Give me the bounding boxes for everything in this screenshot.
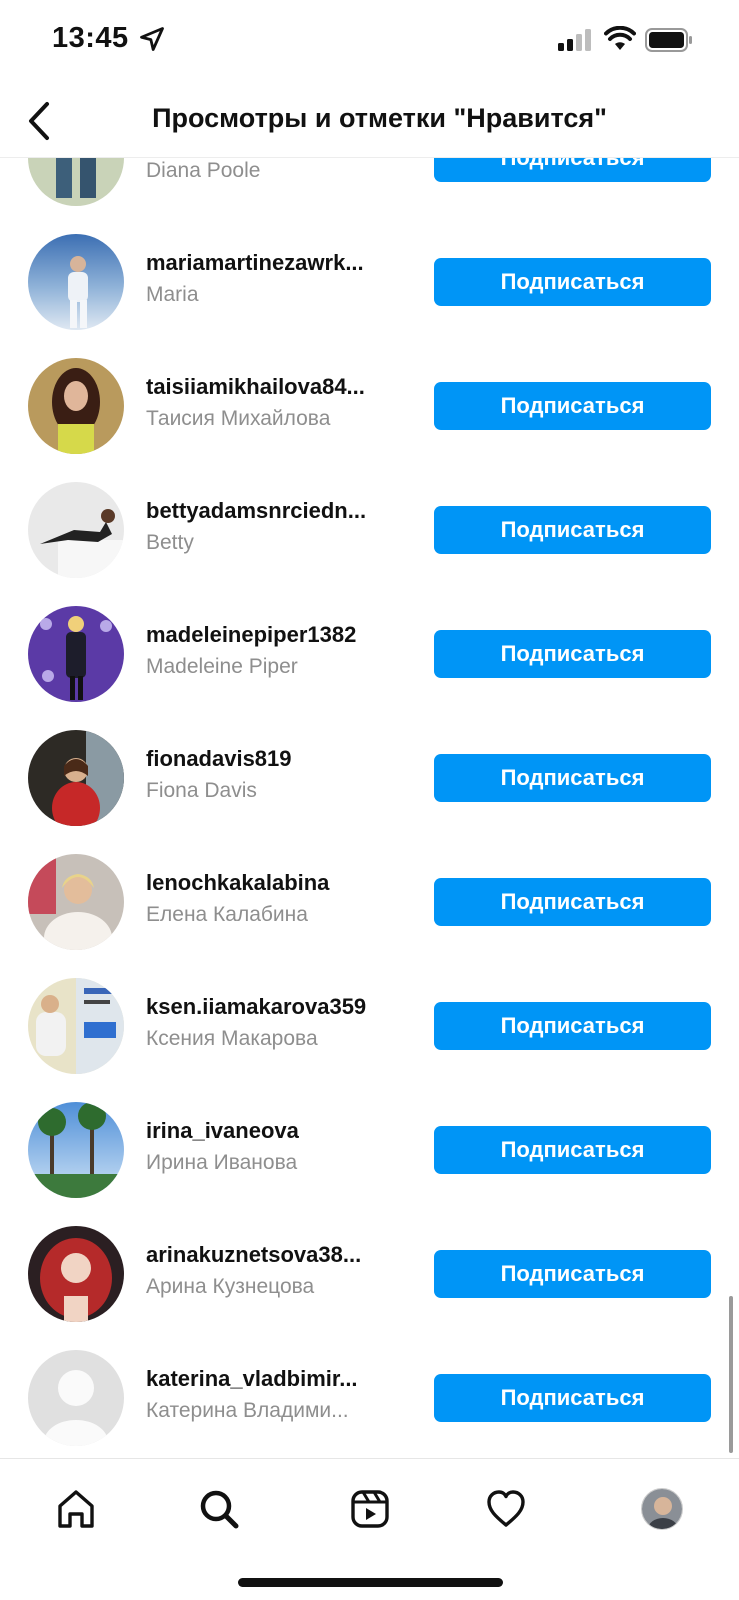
full-name: Madeleine Piper	[146, 655, 298, 678]
tab-profile[interactable]	[632, 1479, 692, 1539]
list-item: irina_ivaneova Ирина Иванова Подписаться	[0, 1088, 739, 1212]
avatar[interactable]	[28, 150, 124, 206]
full-name: Ксения Макарова	[146, 1027, 318, 1050]
home-indicator	[238, 1578, 503, 1587]
follow-button[interactable]: Подписаться	[434, 1374, 711, 1422]
list-item: madeleinepiper1382 Madeleine Piper Подпи…	[0, 592, 739, 716]
avatar[interactable]	[28, 854, 124, 950]
username[interactable]: fionadavis819	[146, 746, 396, 772]
avatar[interactable]	[28, 730, 124, 826]
full-name: Betty	[146, 531, 194, 554]
avatar[interactable]	[28, 358, 124, 454]
username[interactable]: irina_ivaneova	[146, 1118, 396, 1144]
avatar[interactable]	[28, 482, 124, 578]
full-name: Ирина Иванова	[146, 1151, 298, 1174]
tab-search[interactable]	[189, 1479, 249, 1539]
list-item: bettyadamsnrciedn... Betty Подписаться	[0, 468, 739, 592]
home-icon	[58, 1490, 94, 1528]
full-name: Таисия Михайлова	[146, 407, 331, 430]
header: Просмотры и отметки "Нравится"	[0, 84, 739, 158]
follow-button[interactable]: Подписаться	[434, 506, 711, 554]
full-name: Fiona Davis	[146, 779, 257, 802]
follow-button[interactable]: Подписаться	[434, 630, 711, 678]
list-item: ksen.iiamakarova359 Ксения Макарова Подп…	[0, 964, 739, 1088]
avatar[interactable]	[28, 234, 124, 330]
list-item: mariamartinezawrk... Maria Подписаться	[0, 220, 739, 344]
status-time: 13:45	[52, 22, 129, 54]
avatar[interactable]	[28, 1102, 124, 1198]
chevron-left-icon	[29, 102, 49, 140]
avatar[interactable]	[28, 606, 124, 702]
username[interactable]: arinakuznetsova38...	[146, 1242, 396, 1268]
follow-button[interactable]: Подписаться	[434, 382, 711, 430]
list-item: lenochkakalabina Елена Калабина Подписат…	[0, 840, 739, 964]
list-item: arinakuznetsova38... Арина Кузнецова Под…	[0, 1212, 739, 1336]
heart-icon	[487, 1490, 525, 1527]
username[interactable]: katerina_vladbimir...	[146, 1366, 396, 1392]
full-name: Катерина Владими...	[146, 1399, 349, 1422]
follow-button[interactable]: Подписаться	[434, 1126, 711, 1174]
username[interactable]: mariamartinezawrk...	[146, 250, 396, 276]
reels-icon	[351, 1490, 389, 1528]
tab-bar	[0, 1458, 739, 1600]
back-button[interactable]	[14, 94, 64, 148]
full-name: Арина Кузнецова	[146, 1275, 315, 1298]
avatar[interactable]	[28, 1350, 124, 1446]
cellular-signal-icon	[558, 29, 591, 51]
full-name: Diana Poole	[146, 159, 261, 182]
full-name: Елена Калабина	[146, 903, 308, 926]
username[interactable]: ksen.iiamakarova359	[146, 994, 396, 1020]
scrollbar[interactable]	[729, 1296, 733, 1453]
wifi-icon	[604, 26, 636, 50]
status-bar: 13:45	[0, 0, 739, 84]
list-item: Diana Poole Подписаться	[0, 150, 739, 220]
tab-activity[interactable]	[476, 1479, 536, 1539]
follow-button[interactable]: Подписаться	[434, 1250, 711, 1298]
full-name: Maria	[146, 283, 199, 306]
tab-home[interactable]	[46, 1479, 106, 1539]
username[interactable]: taisiiamikhailova84...	[146, 374, 396, 400]
search-icon	[200, 1490, 239, 1529]
location-arrow-icon	[140, 27, 164, 51]
follow-button[interactable]: Подписаться	[434, 1002, 711, 1050]
likes-list[interactable]: Diana Poole Подписаться mariamartinezawr…	[0, 150, 739, 1458]
tab-reels[interactable]	[340, 1479, 400, 1539]
battery-icon	[645, 28, 692, 52]
username[interactable]: madeleinepiper1382	[146, 622, 396, 648]
avatar[interactable]	[28, 1226, 124, 1322]
page-title: Просмотры и отметки "Нравится"	[152, 103, 607, 133]
follow-button[interactable]: Подписаться	[434, 258, 711, 306]
list-item: taisiiamikhailova84... Таисия Михайлова …	[0, 344, 739, 468]
avatar[interactable]	[28, 978, 124, 1074]
username[interactable]: lenochkakalabina	[146, 870, 396, 896]
follow-button[interactable]: Подписаться	[434, 878, 711, 926]
list-item: katerina_vladbimir... Катерина Владими..…	[0, 1336, 739, 1458]
follow-button[interactable]: Подписаться	[434, 754, 711, 802]
list-item: fionadavis819 Fiona Davis Подписаться	[0, 716, 739, 840]
username[interactable]: bettyadamsnrciedn...	[146, 498, 396, 524]
profile-avatar	[641, 1488, 683, 1530]
